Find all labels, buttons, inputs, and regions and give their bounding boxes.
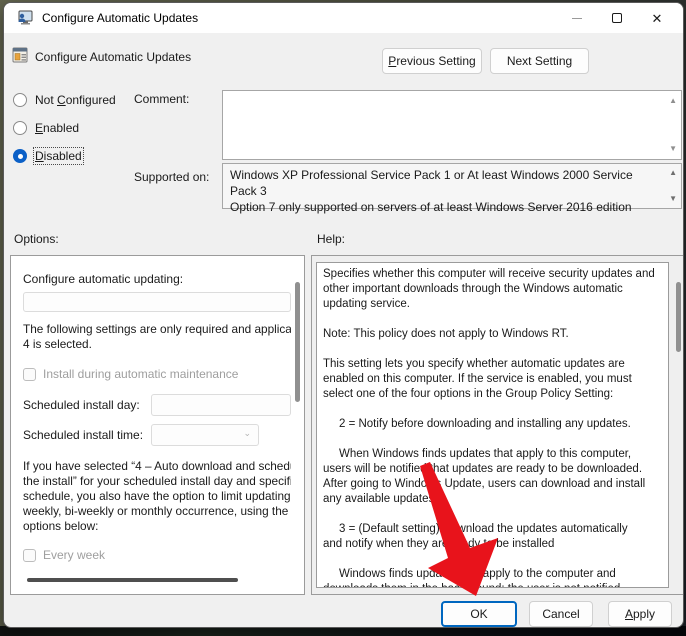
text-line [323,432,668,447]
every-week-checkbox-row: Every week [23,548,291,562]
maintenance-checkbox-row: Install during automatic maintenance [23,367,291,381]
comment-textarea[interactable]: ▲ ▼ [222,90,682,160]
help-text: Specifies whether this computer will rec… [323,267,668,587]
previous-setting-button[interactable]: Previous Setting [382,48,482,74]
ok-button[interactable]: OK [441,601,517,627]
radio-disabled-selected[interactable] [13,149,27,163]
radio-label-disabled: Disabled [33,147,84,165]
text-line: and notify when they are ready to be ins… [323,538,555,550]
radio-row-disabled[interactable]: Disabled [13,147,84,165]
apply-button[interactable]: Apply [608,601,672,627]
install-maintenance-label: Install during automatic maintenance [43,367,239,381]
options-content: Configure automatic updating: The follow… [11,256,291,578]
text-line: Specifies whether this computer will rec… [323,268,655,280]
text-line: options below: [23,519,99,533]
text-line: When Windows finds updates that apply to… [323,448,632,460]
text-line: 2 = Notify before downloading and instal… [323,418,631,430]
text-line: After going to Windows Update, users can… [323,478,646,490]
every-week-checkbox[interactable] [23,548,36,562]
minimize-icon [572,17,582,19]
help-vertical-scrollbar[interactable] [676,282,681,352]
text-line: Option 7 only supported on servers of at… [230,200,632,214]
every-week-label: Every week [43,548,106,562]
text-line: downloads them in the background; the us… [323,582,668,587]
text-line [323,507,668,522]
scroll-up-icon[interactable]: ▲ [669,97,677,105]
text-line: the install” for your scheduled install … [23,474,291,488]
text-line: users will be notified that updates are … [323,463,643,475]
configure-automatic-updates-dialog: Configure Automatic Updates ✕ Configure … [3,2,684,628]
text-line: Note: This policy does not apply to Wind… [323,328,569,340]
install-maintenance-checkbox[interactable] [23,367,36,381]
supported-on-text: Windows XP Professional Service Pack 1 o… [230,167,659,215]
text-line [323,552,668,567]
radio-row-enabled[interactable]: Enabled [13,121,79,135]
radio-not-configured[interactable] [13,93,27,107]
configure-updating-combobox[interactable] [23,292,291,312]
text-line: other important downloads through the Wi… [323,283,623,295]
scheduled-time-dropdown[interactable]: ⌄ [151,424,259,446]
scheduled-day-field[interactable] [151,394,291,416]
maximize-button[interactable] [597,3,637,33]
minimize-button[interactable] [557,3,597,33]
text-line: Windows XP Professional Service Pack 1 o… [230,168,633,198]
scheduled-time-row: Scheduled install time: ⌄ [23,424,291,446]
text-line: select one of the four options in the Gr… [323,388,614,400]
options-note-text: The following settings are only required… [23,322,291,352]
close-button[interactable]: ✕ [637,3,677,33]
group-policy-app-icon [18,10,33,25]
text-line: The following settings are only required… [23,322,291,336]
policy-setting-icon [12,47,28,63]
radio-label-enabled: Enabled [35,121,80,135]
help-text-box: Specifies whether this computer will rec… [316,262,669,588]
cancel-button[interactable]: Cancel [529,601,593,627]
next-setting-button[interactable]: Next Setting [490,48,589,74]
text-line: any available updates. [323,493,438,505]
options-schedule-paragraph: If you have selected “4 – Auto download … [23,459,291,534]
options-label: Options: [14,232,59,246]
setting-title: Configure Automatic Updates [35,50,192,64]
text-line [323,402,668,417]
scheduled-time-label: Scheduled install time: [23,428,144,442]
supported-on-box: Windows XP Professional Service Pack 1 o… [222,163,682,214]
supported-on-label: Supported on: [134,170,210,184]
help-panel: Specifies whether this computer will rec… [311,255,683,595]
window-controls: ✕ [557,3,677,33]
scroll-down-icon[interactable]: ▼ [669,195,677,203]
close-icon: ✕ [651,10,663,26]
text-line: 4 is selected. [23,337,92,351]
text-line: updating service. [323,298,410,310]
text-line: This setting lets you specify whether au… [323,358,625,370]
text-line: 3 = (Default setting) Download the updat… [323,523,628,535]
text-line [323,342,668,357]
radio-row-not-configured[interactable]: Not Configured [13,93,116,107]
text-line: schedule, you also have the option to li… [23,489,291,503]
chevron-down-icon: ⌄ [243,428,251,438]
comment-label: Comment: [134,92,190,106]
radio-label-not-configured: Not Configured [35,93,116,107]
scheduled-day-row: Scheduled install day: [23,394,291,416]
text-line: If you have selected “4 – Auto download … [23,459,291,473]
text-line: weekly, bi-weekly or monthly occurrence,… [23,504,289,518]
options-panel: Configure automatic updating: The follow… [10,255,305,595]
maximize-icon [612,13,622,23]
text-line: enabled on this computer. If the service… [323,373,632,385]
window-title: Configure Automatic Updates [42,11,199,25]
title-bar: Configure Automatic Updates ✕ [4,3,683,33]
radio-enabled[interactable] [13,121,27,135]
options-vertical-scrollbar[interactable] [295,282,300,402]
options-horizontal-scrollbar[interactable] [27,578,238,582]
configure-updating-label: Configure automatic updating: [23,272,184,286]
scheduled-day-label: Scheduled install day: [23,398,140,412]
text-line: Windows finds updates that apply to the … [323,568,616,580]
scroll-up-icon[interactable]: ▲ [669,169,677,177]
scroll-down-icon[interactable]: ▼ [669,145,677,153]
text-line [323,312,668,327]
help-label: Help: [317,232,346,246]
